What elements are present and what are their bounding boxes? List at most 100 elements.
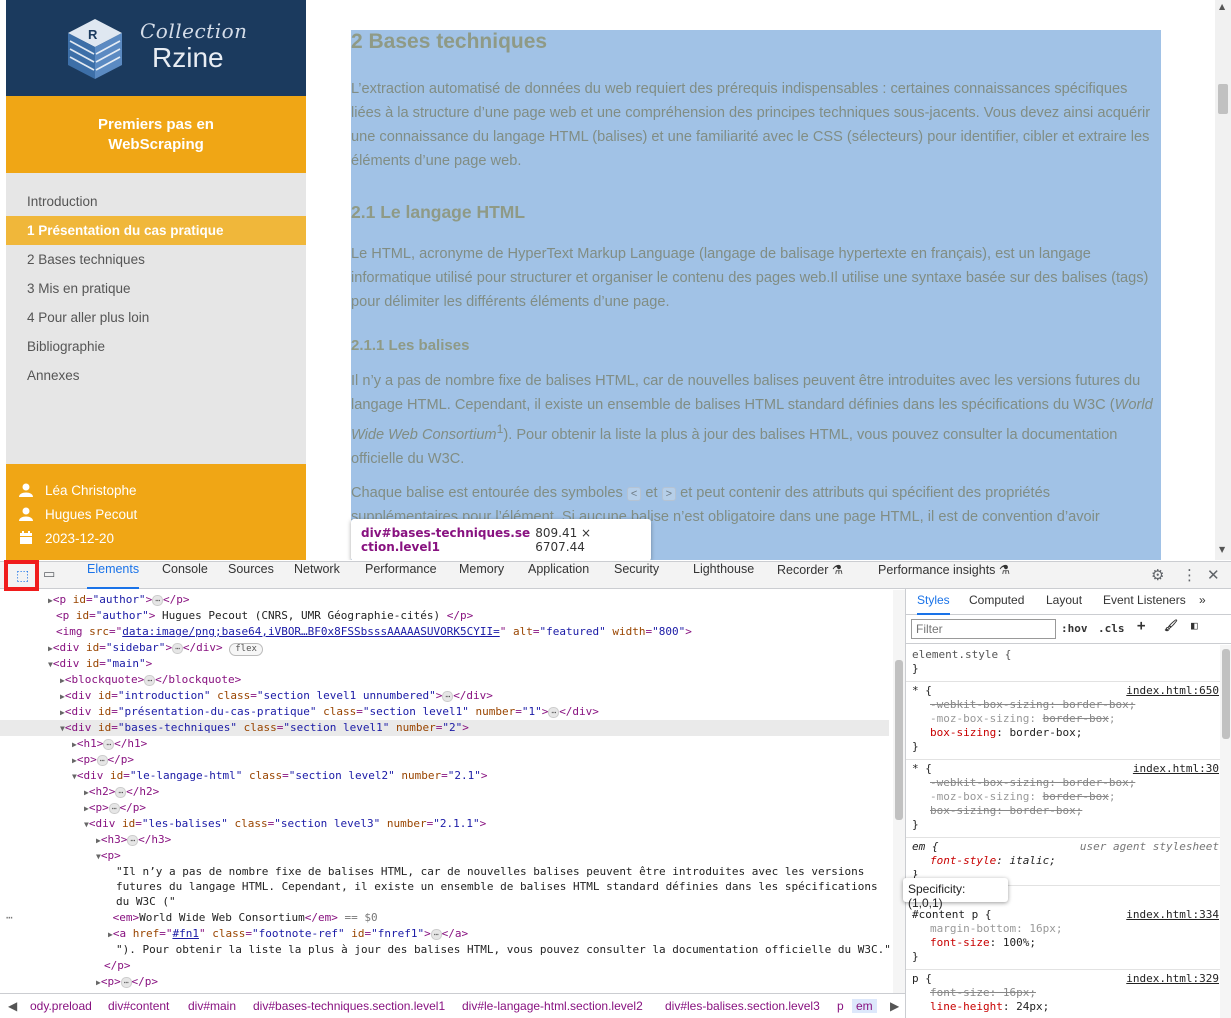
- breadcrumb-right-arrow-icon[interactable]: ▶: [890, 999, 899, 1013]
- toc-item-bibliographie[interactable]: Bibliographie: [6, 332, 306, 361]
- page-viewport: R Collection Rzine Premiers pas en WebSc…: [0, 0, 1231, 560]
- toc-item-presentation[interactable]: 1 Présentation du cas pratique: [6, 216, 306, 245]
- dom-node[interactable]: ▼<p>: [0, 848, 889, 864]
- breadcrumb-item-selected[interactable]: em: [852, 999, 877, 1013]
- rule-source-link[interactable]: index.html:334: [1126, 908, 1219, 922]
- dom-node[interactable]: ▼<div id="le-langage-html" class="sectio…: [0, 768, 889, 784]
- styles-tabbar: Styles Computed Layout Event Listeners »: [906, 589, 1231, 615]
- tab-elements[interactable]: Elements: [87, 562, 140, 589]
- device-toolbar-icon[interactable]: ▭: [43, 567, 55, 582]
- tab-event-listeners[interactable]: Event Listeners: [1103, 593, 1186, 607]
- new-rule-icon[interactable]: +: [1137, 618, 1145, 634]
- dom-text-node[interactable]: futures du langage HTML. Cependant, il e…: [0, 879, 889, 895]
- breadcrumb-item[interactable]: div#content: [108, 999, 169, 1013]
- paragraph: L’extraction automatisé de données du we…: [351, 81, 1151, 169]
- css-rule-universal[interactable]: * {index.html:30 -webkit-box-sizing: bor…: [906, 762, 1222, 838]
- tab-sources[interactable]: Sources: [228, 562, 274, 589]
- rule-source-link[interactable]: index.html:329: [1126, 972, 1219, 986]
- inspect-element-button[interactable]: ⬚: [4, 560, 39, 591]
- toc-item-mise-en-pratique[interactable]: 3 Mis en pratique: [6, 274, 306, 303]
- css-rule-element-style[interactable]: element.style { }: [906, 648, 1222, 682]
- dom-text-node[interactable]: "Il n’y a pas de nombre fixe de balises …: [0, 864, 889, 880]
- tab-application[interactable]: Application: [528, 562, 589, 589]
- img-src-link[interactable]: data:image/png;base64,iVBOR…BF0x8FSSbsss…: [122, 625, 500, 638]
- dom-node[interactable]: ▶<blockquote> ⋯ </blockquote>: [0, 672, 889, 688]
- toc-item-introduction[interactable]: Introduction: [6, 187, 306, 216]
- dom-node[interactable]: </p>: [0, 958, 889, 974]
- dom-node[interactable]: ▶<p> ⋯ </p>: [0, 800, 889, 816]
- book-title[interactable]: Premiers pas en WebScraping: [6, 96, 306, 173]
- dom-scrollbar[interactable]: [893, 590, 905, 993]
- css-rule-universal[interactable]: * {index.html:650 -webkit-box-sizing: bo…: [906, 684, 1222, 760]
- dom-text-node[interactable]: "). Pour obtenir la liste la plus à jour…: [0, 942, 891, 958]
- hov-toggle[interactable]: :hov: [1061, 622, 1088, 635]
- page-scrollbar[interactable]: ▲ ▼: [1215, 0, 1231, 560]
- tab-computed[interactable]: Computed: [969, 593, 1024, 607]
- breadcrumb-item[interactable]: div#le-langage-html.section.level2: [462, 999, 643, 1013]
- styles-scrollbar[interactable]: [1220, 645, 1231, 1018]
- more-options-icon[interactable]: ⋮: [1182, 566, 1197, 584]
- tab-lighthouse[interactable]: Lighthouse: [693, 562, 754, 589]
- tab-layout[interactable]: Layout: [1046, 593, 1082, 607]
- dom-node[interactable]: ▶<h3> ⋯ </h3>: [0, 832, 889, 848]
- dom-node[interactable]: ▶<div id="introduction" class="section l…: [0, 688, 889, 704]
- breadcrumb-item[interactable]: div#main: [188, 999, 236, 1013]
- paint-brush-icon[interactable]: 🖌: [1164, 619, 1178, 632]
- scroll-down-arrow-icon[interactable]: ▼: [1219, 545, 1225, 554]
- sidebar: R Collection Rzine Premiers pas en WebSc…: [6, 0, 306, 560]
- dom-scroll-thumb[interactable]: [895, 660, 903, 820]
- author-row: Léa Christophe: [6, 478, 306, 502]
- close-icon[interactable]: ✕: [1207, 566, 1220, 584]
- breadcrumb-left-arrow-icon[interactable]: ◀: [8, 999, 17, 1013]
- styles-filter-input[interactable]: [911, 619, 1056, 639]
- tab-memory[interactable]: Memory: [459, 562, 504, 589]
- devtools-panel: ⬚ ▭ Elements Console Sources Network Per…: [0, 560, 1231, 1018]
- tab-console[interactable]: Console: [162, 562, 208, 589]
- breadcrumb-item[interactable]: ody.preload: [30, 999, 92, 1013]
- dom-node[interactable]: ▶<div id="sidebar"> ⋯ </div> flex: [0, 640, 889, 656]
- tab-network[interactable]: Network: [294, 562, 340, 589]
- dom-node[interactable]: <p id="author"> Hugues Pecout (CNRS, UMR…: [0, 608, 889, 624]
- dom-node[interactable]: ▶<p> ⋯ </p>: [0, 752, 889, 768]
- dom-node[interactable]: ▶<p id="author"> ⋯ </p>: [0, 592, 889, 608]
- breadcrumb-item[interactable]: div#bases-techniques.section.level1: [253, 999, 445, 1013]
- tab-performance-insights[interactable]: Performance insights ⚗: [878, 562, 1010, 589]
- scroll-thumb[interactable]: [1218, 84, 1228, 114]
- rule-source-link[interactable]: index.html:30: [1133, 762, 1219, 776]
- tab-recorder[interactable]: Recorder ⚗: [777, 562, 843, 589]
- dom-node[interactable]: ▶<h2> ⋯ </h2>: [0, 784, 889, 800]
- dom-text-node[interactable]: du W3C (": [0, 894, 889, 910]
- flex-badge[interactable]: flex: [229, 643, 263, 656]
- cls-toggle[interactable]: .cls: [1098, 622, 1125, 635]
- inspect-tooltip: div#bases-techniques.section.level1 809.…: [351, 519, 651, 560]
- dom-node[interactable]: ▶<p> ⋯ </p>: [0, 974, 889, 990]
- author-name: Hugues Pecout: [45, 506, 138, 522]
- dom-node[interactable]: ▼<div id="main">: [0, 656, 889, 672]
- scroll-up-arrow-icon[interactable]: ▲: [1219, 2, 1225, 11]
- gear-icon[interactable]: ⚙: [1151, 566, 1164, 584]
- tab-styles[interactable]: Styles: [917, 593, 950, 615]
- toc-item-aller-plus-loin[interactable]: 4 Pour aller plus loin: [6, 303, 306, 332]
- tab-security[interactable]: Security: [614, 562, 659, 589]
- breadcrumb-item[interactable]: p: [837, 999, 844, 1013]
- dom-node[interactable]: <img src="data:image/png;base64,iVBOR…BF…: [0, 624, 889, 640]
- breadcrumb-item[interactable]: div#les-balises.section.level3: [665, 999, 820, 1013]
- code-gt: >: [661, 487, 677, 501]
- toggle-sidebar-icon[interactable]: ◧: [1191, 619, 1198, 632]
- toc-item-annexes[interactable]: Annexes: [6, 361, 306, 390]
- dom-node[interactable]: ▶<div id="présentation-du-cas-pratique" …: [0, 704, 889, 720]
- dom-node[interactable]: ▶<h1> ⋯ </h1>: [0, 736, 889, 752]
- dom-node[interactable]: ▶<a href="#fn1" class="footnote-ref" id=…: [0, 926, 889, 942]
- toc-item-bases-techniques[interactable]: 2 Bases techniques: [6, 245, 306, 274]
- dom-node-selected[interactable]: ⋯ <em>World Wide Web Consortium</em> == $…: [0, 910, 889, 926]
- selected-marker: == $0: [344, 911, 378, 924]
- more-tabs-icon[interactable]: »: [1199, 593, 1206, 607]
- tab-performance[interactable]: Performance: [365, 562, 437, 589]
- styles-scroll-thumb[interactable]: [1222, 649, 1230, 739]
- rule-source-link[interactable]: index.html:650: [1126, 684, 1219, 698]
- css-rule-content-p[interactable]: #content p {index.html:334 margin-bottom…: [906, 908, 1222, 970]
- dom-node[interactable]: ▼<div id="les-balises" class="section le…: [0, 816, 889, 832]
- logo-area[interactable]: R Collection Rzine: [6, 0, 306, 96]
- css-rule-p[interactable]: p {index.html:329 font-size: 16px; line-…: [906, 972, 1222, 1018]
- dom-node-hovered[interactable]: ▼<div id="bases-techniques" class="secti…: [0, 720, 889, 736]
